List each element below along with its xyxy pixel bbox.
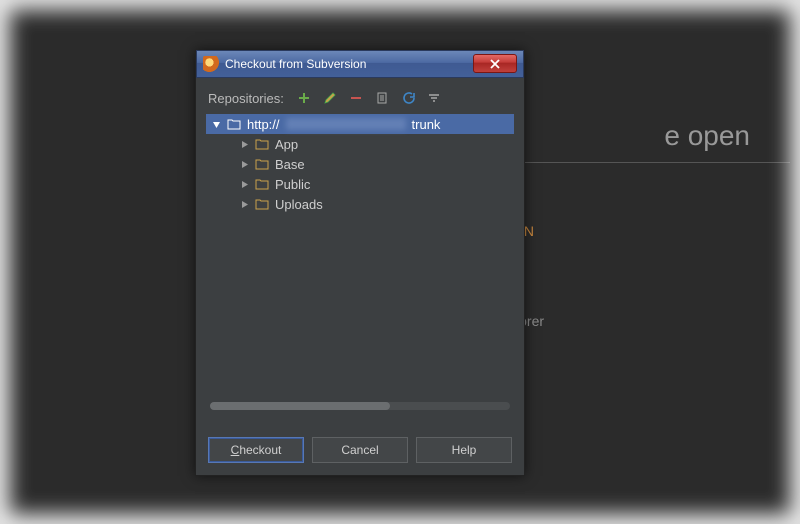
- horizontal-scrollbar[interactable]: [210, 402, 510, 410]
- scrollbar-thumb[interactable]: [210, 402, 390, 410]
- checkout-dialog: Checkout from Subversion Repositories:: [195, 50, 525, 476]
- folder-icon: [255, 178, 269, 190]
- button-label-rest: heckout: [239, 443, 281, 457]
- expand-arrow-down-icon[interactable]: [212, 120, 221, 129]
- refresh-icon: [401, 91, 415, 105]
- repo-toolbar: Repositories:: [196, 78, 524, 114]
- folder-icon: [255, 198, 269, 210]
- repository-tree[interactable]: http:// trunk App Base Public Uploads: [206, 114, 514, 414]
- window-close-button[interactable]: [473, 54, 517, 73]
- mnemonic: C: [231, 443, 240, 457]
- expand-arrow-right-icon[interactable]: [240, 180, 249, 189]
- filter-button[interactable]: [426, 90, 442, 106]
- folder-icon: [255, 138, 269, 150]
- help-button[interactable]: Help: [416, 437, 512, 463]
- details-button[interactable]: [374, 90, 390, 106]
- folder-icon: [227, 118, 241, 130]
- repositories-label: Repositories:: [208, 91, 284, 106]
- tree-child-label: Uploads: [275, 197, 323, 212]
- tree-child-label: App: [275, 137, 298, 152]
- tree-child-row[interactable]: Base: [206, 154, 514, 174]
- minus-icon: [349, 91, 363, 105]
- dialog-title: Checkout from Subversion: [225, 57, 366, 71]
- expand-arrow-right-icon[interactable]: [240, 160, 249, 169]
- dialog-button-row: Checkout Cancel Help: [196, 437, 524, 463]
- add-repo-button[interactable]: [296, 90, 312, 106]
- refresh-button[interactable]: [400, 90, 416, 106]
- close-icon: [490, 59, 500, 69]
- tree-child-row[interactable]: Uploads: [206, 194, 514, 214]
- remove-repo-button[interactable]: [348, 90, 364, 106]
- tree-root-url-prefix: http://: [247, 117, 280, 132]
- app-icon: [203, 56, 219, 72]
- tree-root-url-blur: [286, 118, 406, 130]
- tree-child-row[interactable]: Public: [206, 174, 514, 194]
- edit-repo-button[interactable]: [322, 90, 338, 106]
- checkout-button[interactable]: Checkout: [208, 437, 304, 463]
- document-icon: [375, 91, 389, 105]
- cancel-button[interactable]: Cancel: [312, 437, 408, 463]
- plus-icon: [297, 91, 311, 105]
- pencil-icon: [323, 91, 337, 105]
- folder-icon: [255, 158, 269, 170]
- tree-child-label: Base: [275, 157, 305, 172]
- expand-arrow-right-icon[interactable]: [240, 200, 249, 209]
- tree-root-row[interactable]: http:// trunk: [206, 114, 514, 134]
- tree-child-label: Public: [275, 177, 310, 192]
- tree-child-row[interactable]: App: [206, 134, 514, 154]
- dialog-titlebar[interactable]: Checkout from Subversion: [196, 50, 524, 78]
- tree-root-url-suffix: trunk: [412, 117, 441, 132]
- filter-icon: [427, 91, 441, 105]
- expand-arrow-right-icon[interactable]: [240, 140, 249, 149]
